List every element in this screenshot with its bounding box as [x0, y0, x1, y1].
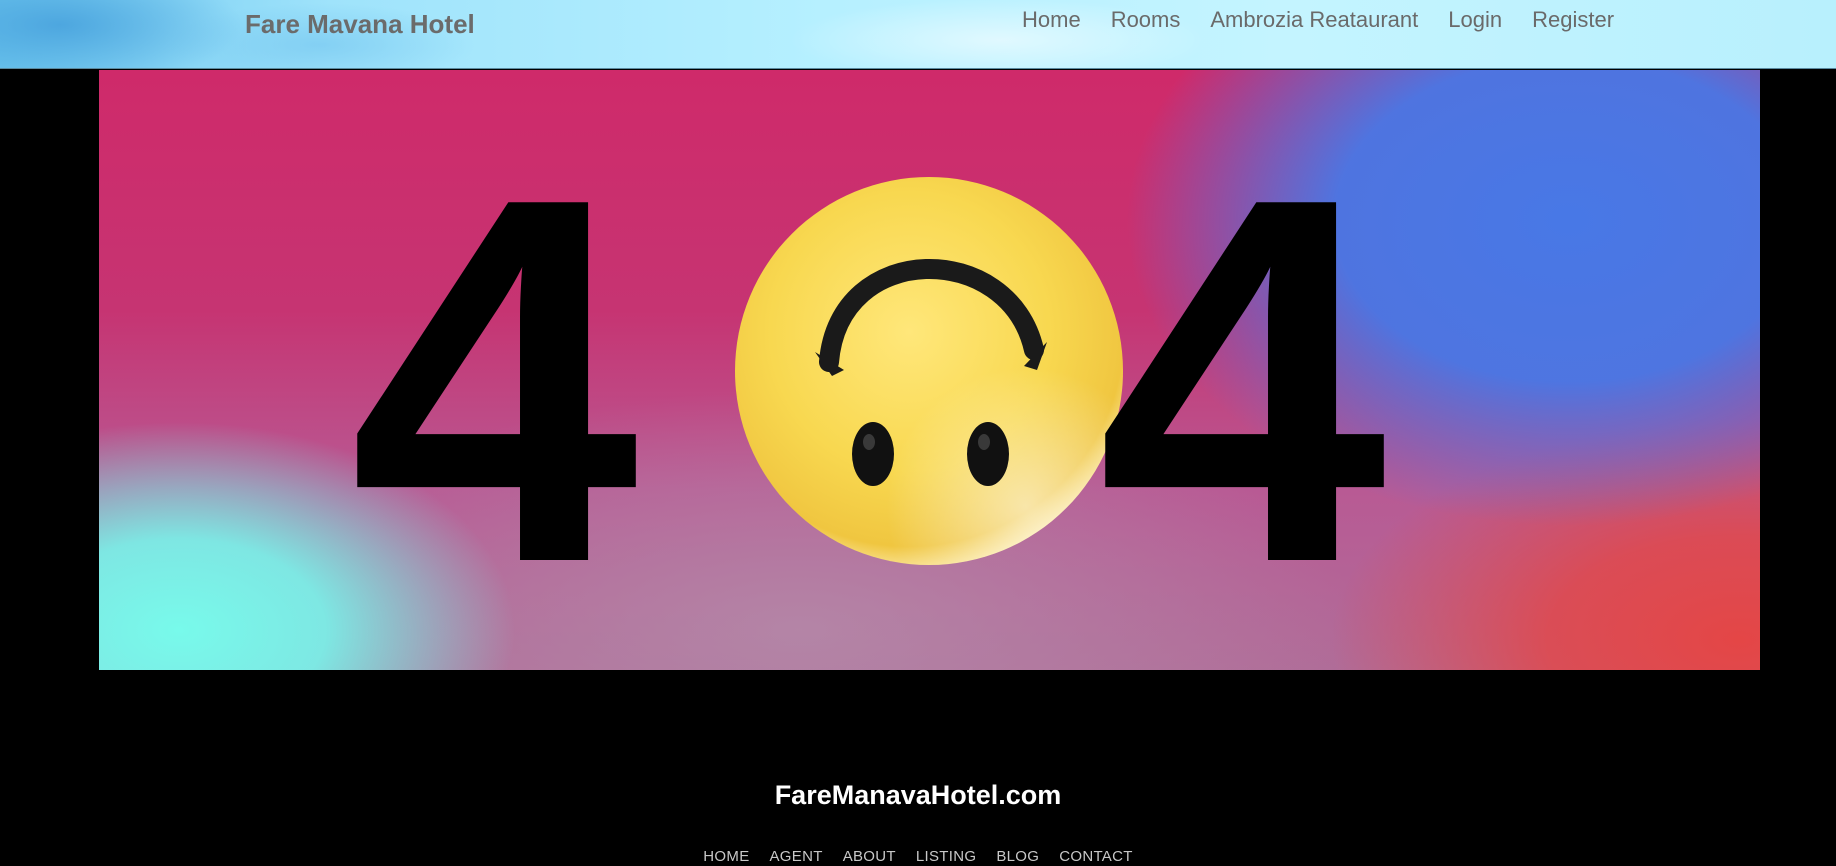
footer-nav-item-about: ABOUT	[843, 848, 896, 866]
site-header: Fare Mavana Hotel Home Rooms Ambrozia Re…	[0, 0, 1836, 69]
error-404-graphic: 4 4	[349, 90, 1390, 670]
nav-link-rooms[interactable]: Rooms	[1096, 8, 1196, 32]
main-nav: Home Rooms Ambrozia Reataurant Login Reg…	[1022, 8, 1629, 32]
page: Fare Mavana Hotel Home Rooms Ambrozia Re…	[0, 0, 1836, 866]
footer-nav-item-listing: LISTING	[916, 848, 976, 866]
footer-link-listing[interactable]: LISTING	[916, 848, 976, 865]
upside-down-smiley-face-icon	[735, 177, 1123, 565]
nav-item-restaurant: Ambrozia Reataurant	[1195, 8, 1433, 32]
footer-nav-item-home: HOME	[703, 848, 749, 866]
nav-link-login[interactable]: Login	[1433, 8, 1517, 32]
brand-logo-link[interactable]: Fare Mavana Hotel	[245, 9, 475, 40]
error-404-banner: 4 4	[99, 70, 1760, 670]
nav-item-rooms: Rooms	[1096, 8, 1196, 32]
footer-nav-item-blog: BLOG	[996, 848, 1039, 866]
nav-item-home: Home	[1022, 8, 1096, 32]
nav-link-home[interactable]: Home	[1022, 8, 1096, 32]
nav-link-register[interactable]: Register	[1517, 8, 1629, 32]
nav-item-register: Register	[1517, 8, 1629, 32]
footer-link-contact[interactable]: CONTACT	[1059, 848, 1132, 865]
footer-nav: HOME AGENT ABOUT LISTING BLOG CONTACT	[0, 848, 1836, 866]
footer-link-about[interactable]: ABOUT	[843, 848, 896, 865]
footer-nav-item-agent: AGENT	[770, 848, 823, 866]
footer-link-agent[interactable]: AGENT	[770, 848, 823, 865]
nav-link-restaurant[interactable]: Ambrozia Reataurant	[1195, 8, 1433, 32]
footer-nav-item-contact: CONTACT	[1059, 848, 1132, 866]
error-digit-right: 4	[1097, 90, 1390, 670]
error-digit-left: 4	[349, 90, 642, 670]
nav-item-login: Login	[1433, 8, 1517, 32]
footer-site-domain: FareManavaHotel.com	[774, 780, 1062, 810]
footer-link-home[interactable]: HOME	[703, 848, 749, 865]
footer-link-blog[interactable]: BLOG	[996, 848, 1039, 865]
